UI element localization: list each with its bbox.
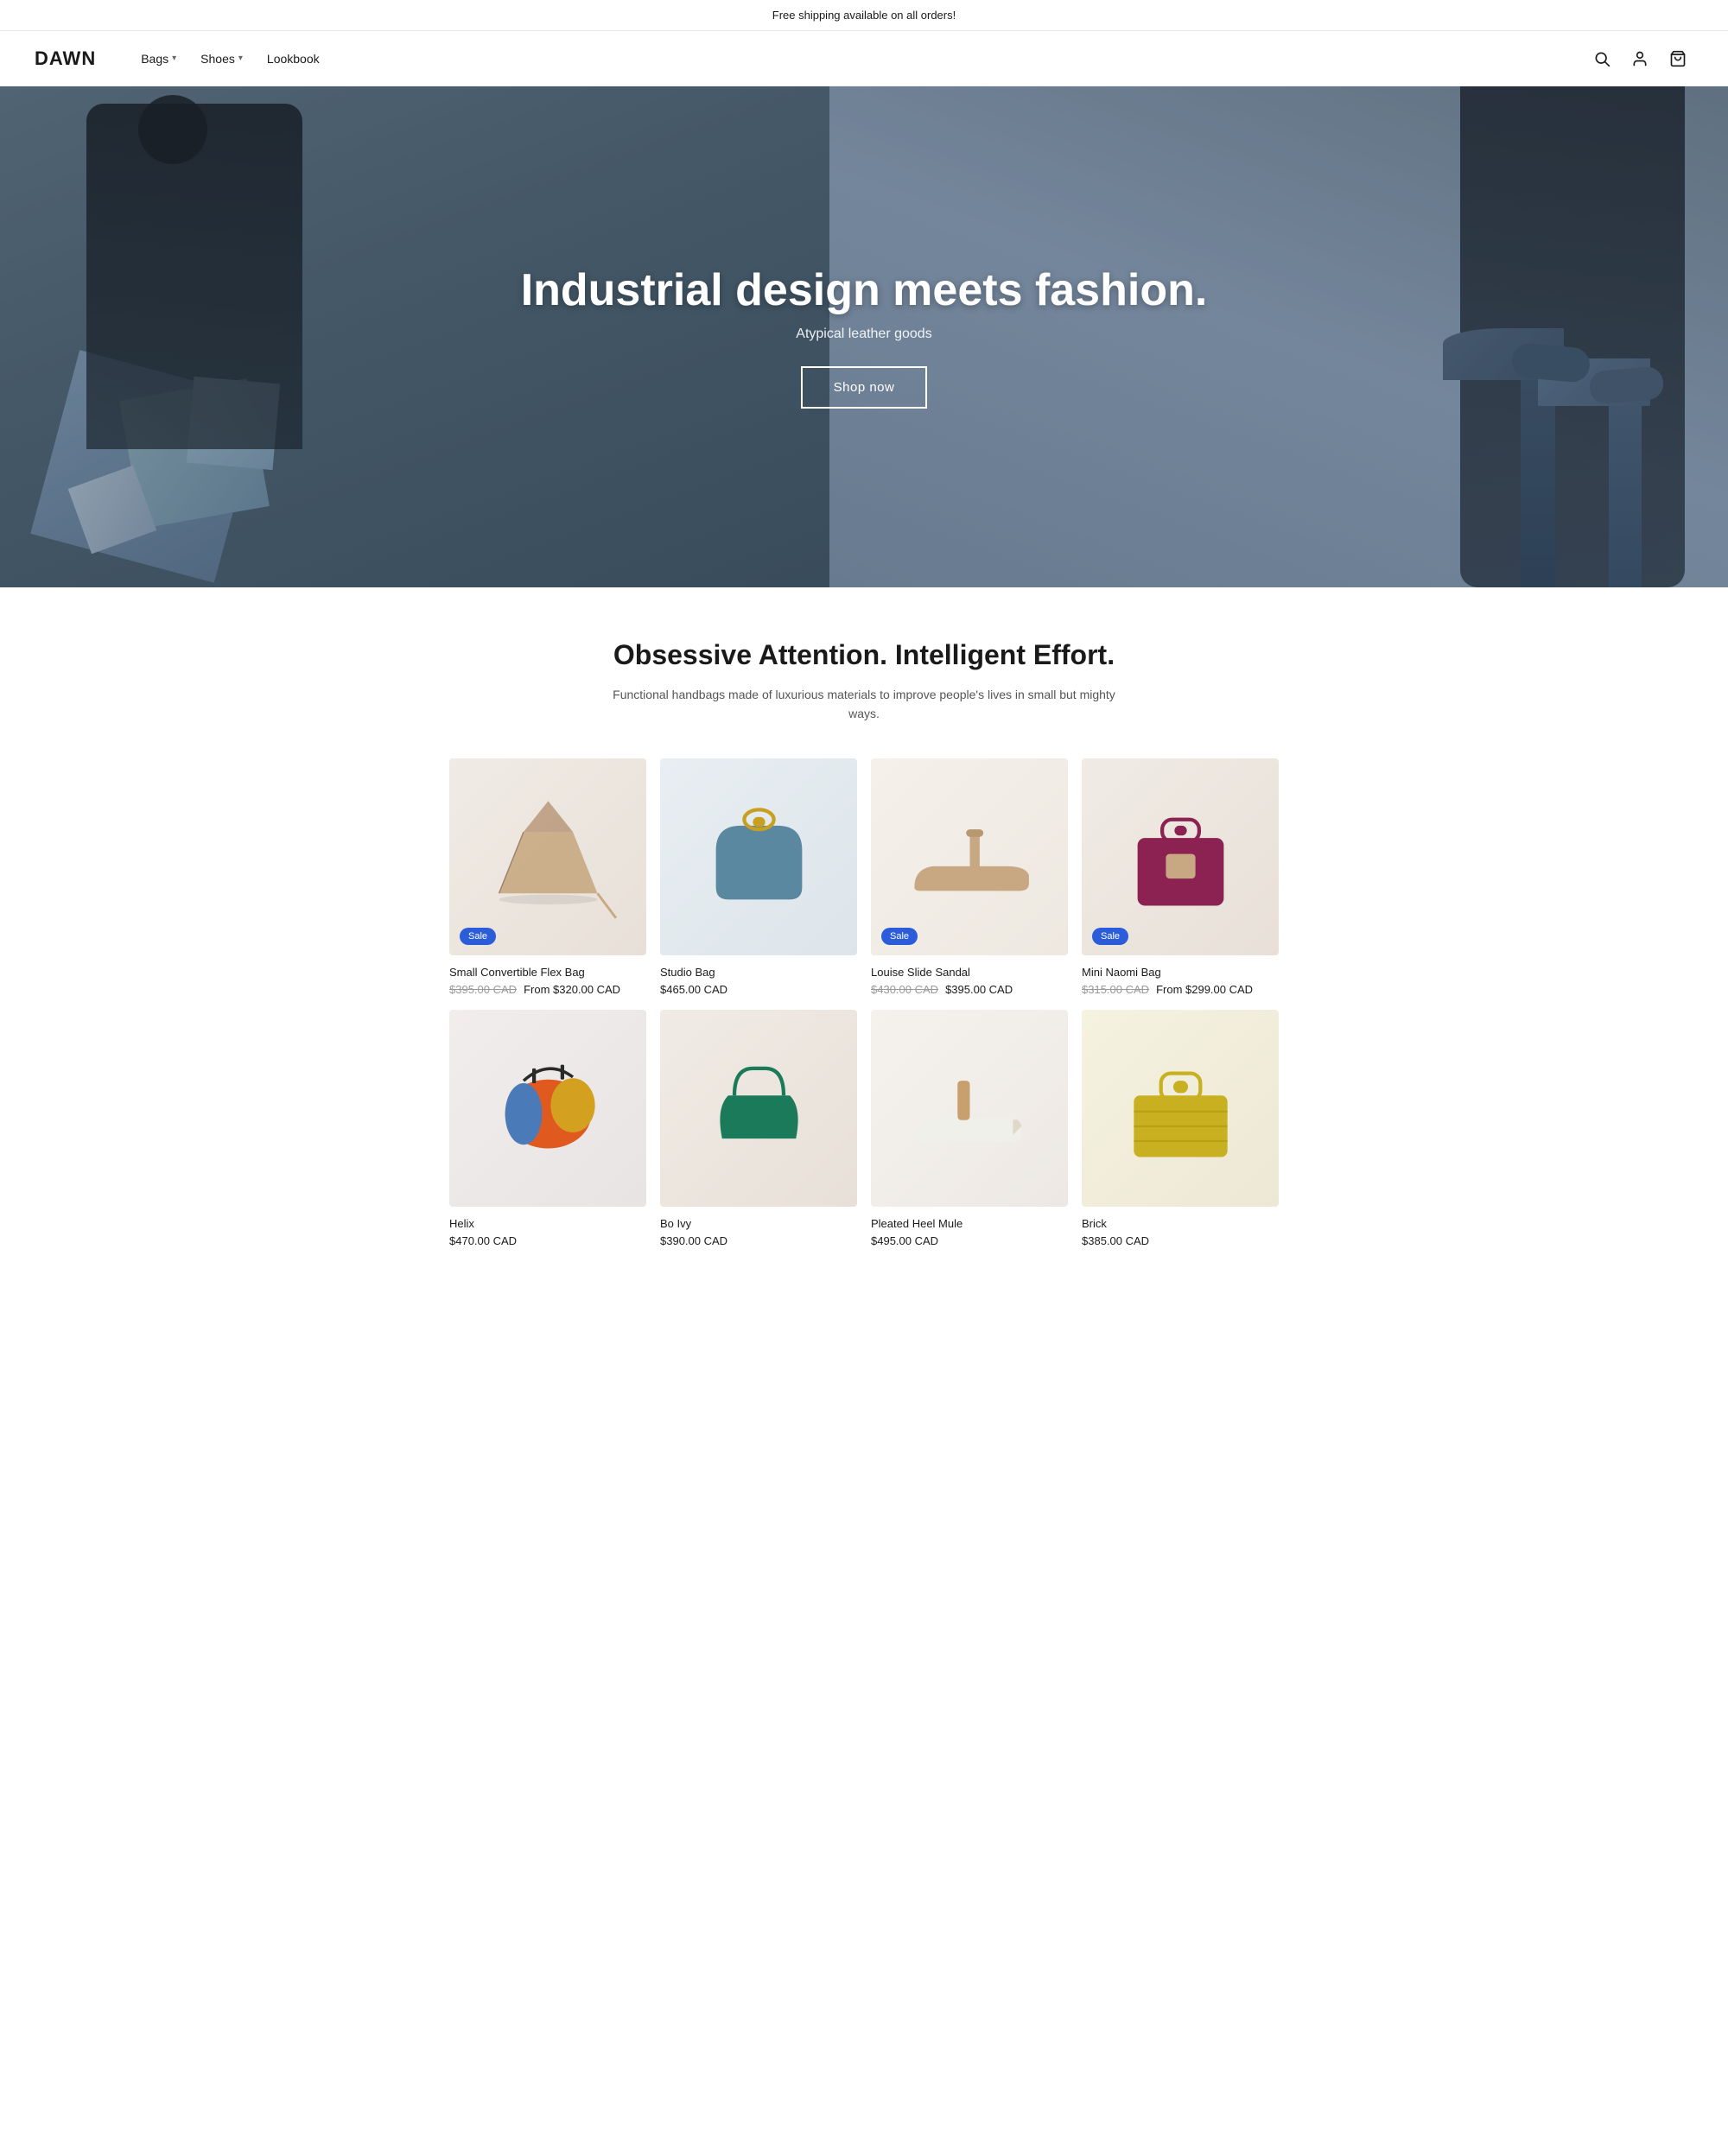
price-regular: $385.00 CAD <box>1082 1234 1149 1247</box>
product-card[interactable]: Helix $470.00 CAD <box>449 1010 646 1247</box>
price-regular: $390.00 CAD <box>660 1234 727 1247</box>
product-image-wrap <box>660 1010 857 1207</box>
product-prices: $430.00 CAD $395.00 CAD <box>871 983 1068 996</box>
sale-badge: Sale <box>881 928 918 945</box>
price-regular: $495.00 CAD <box>871 1234 938 1247</box>
product-image-wrap <box>449 1010 646 1207</box>
product-prices: $315.00 CAD From $299.00 CAD <box>1082 983 1279 996</box>
logo[interactable]: DAWN <box>35 48 96 70</box>
product-image-wrap <box>871 1010 1068 1207</box>
product-image <box>1082 758 1279 955</box>
price-original: $430.00 CAD <box>871 983 938 996</box>
product-card[interactable]: Pleated Heel Mule $495.00 CAD <box>871 1010 1068 1247</box>
sale-badge: Sale <box>460 928 496 945</box>
product-image <box>871 758 1068 955</box>
nav: Bags ▾ Shoes ▾ Lookbook <box>130 45 1586 73</box>
hero-section: Industrial design meets fashion. Atypica… <box>0 86 1728 587</box>
product-name: Louise Slide Sandal <box>871 966 1068 979</box>
product-image <box>449 1010 646 1207</box>
product-card[interactable]: Sale Louise Slide Sandal $430.00 CAD $395.0… <box>871 758 1068 996</box>
hero-cta-button[interactable]: Shop now <box>801 366 928 409</box>
hero-title: Industrial design meets fashion. <box>521 265 1208 317</box>
product-prices: $395.00 CAD From $320.00 CAD <box>449 983 646 996</box>
price-regular: $465.00 CAD <box>660 983 727 996</box>
account-icon <box>1631 50 1649 67</box>
section-title: Obsessive Attention. Intelligent Effort. <box>35 639 1693 671</box>
nav-shoes[interactable]: Shoes ▾ <box>190 45 253 73</box>
announcement-text: Free shipping available on all orders! <box>772 9 956 22</box>
account-button[interactable] <box>1624 43 1655 74</box>
nav-lookbook[interactable]: Lookbook <box>257 45 330 73</box>
price-original: $395.00 CAD <box>449 983 517 996</box>
product-image <box>871 1010 1068 1207</box>
cart-button[interactable] <box>1662 43 1693 74</box>
product-prices: $495.00 CAD <box>871 1234 1068 1247</box>
product-prices: $390.00 CAD <box>660 1234 857 1247</box>
nav-bags-chevron: ▾ <box>172 54 176 63</box>
product-name: Studio Bag <box>660 966 857 979</box>
product-image-wrap: Sale <box>1082 758 1279 955</box>
product-image-wrap <box>660 758 857 955</box>
product-grid: Sale Small Convertible Flex Bag $395.00 CA… <box>449 758 1279 1247</box>
nav-shoes-chevron: ▾ <box>238 54 243 63</box>
product-name: Bo Ivy <box>660 1217 857 1230</box>
product-image-wrap: Sale <box>871 758 1068 955</box>
hero-subtitle: Atypical leather goods <box>521 327 1208 342</box>
product-card[interactable]: Bo Ivy $390.00 CAD <box>660 1010 857 1247</box>
product-card[interactable]: Sale Mini Naomi Bag $315.00 CAD From $299.0… <box>1082 758 1279 996</box>
product-image <box>660 1010 857 1207</box>
product-image <box>1082 1010 1279 1207</box>
product-prices: $470.00 CAD <box>449 1234 646 1247</box>
cart-icon <box>1669 50 1687 67</box>
product-name: Small Convertible Flex Bag <box>449 966 646 979</box>
product-image <box>449 758 646 955</box>
price-sale: From $320.00 CAD <box>524 983 620 996</box>
price-regular: $470.00 CAD <box>449 1234 517 1247</box>
price-sale: $395.00 CAD <box>945 983 1013 996</box>
nav-shoes-label: Shoes <box>200 52 235 66</box>
product-name: Helix <box>449 1217 646 1230</box>
product-card[interactable]: Brick $385.00 CAD <box>1082 1010 1279 1247</box>
product-card[interactable]: Sale Small Convertible Flex Bag $395.00 CA… <box>449 758 646 996</box>
price-original: $315.00 CAD <box>1082 983 1149 996</box>
hero-content: Industrial design meets fashion. Atypica… <box>521 265 1208 409</box>
product-image-wrap: Sale <box>449 758 646 955</box>
header-icons <box>1586 43 1693 74</box>
product-image <box>660 758 857 955</box>
search-button[interactable] <box>1586 43 1617 74</box>
product-image-wrap <box>1082 1010 1279 1207</box>
search-icon <box>1593 50 1610 67</box>
header: DAWN Bags ▾ Shoes ▾ Lookbook <box>0 31 1728 86</box>
product-card[interactable]: Studio Bag $465.00 CAD <box>660 758 857 996</box>
products-section: Obsessive Attention. Intelligent Effort.… <box>0 587 1728 1299</box>
product-name: Brick <box>1082 1217 1279 1230</box>
sale-badge: Sale <box>1092 928 1128 945</box>
product-prices: $465.00 CAD <box>660 983 857 996</box>
nav-bags-label: Bags <box>141 52 168 66</box>
nav-lookbook-label: Lookbook <box>267 52 320 66</box>
product-name: Mini Naomi Bag <box>1082 966 1279 979</box>
nav-bags[interactable]: Bags ▾ <box>130 45 187 73</box>
section-subtitle: Functional handbags made of luxurious ma… <box>605 685 1123 724</box>
price-sale: From $299.00 CAD <box>1156 983 1253 996</box>
announcement-bar: Free shipping available on all orders! <box>0 0 1728 31</box>
product-prices: $385.00 CAD <box>1082 1234 1279 1247</box>
product-name: Pleated Heel Mule <box>871 1217 1068 1230</box>
